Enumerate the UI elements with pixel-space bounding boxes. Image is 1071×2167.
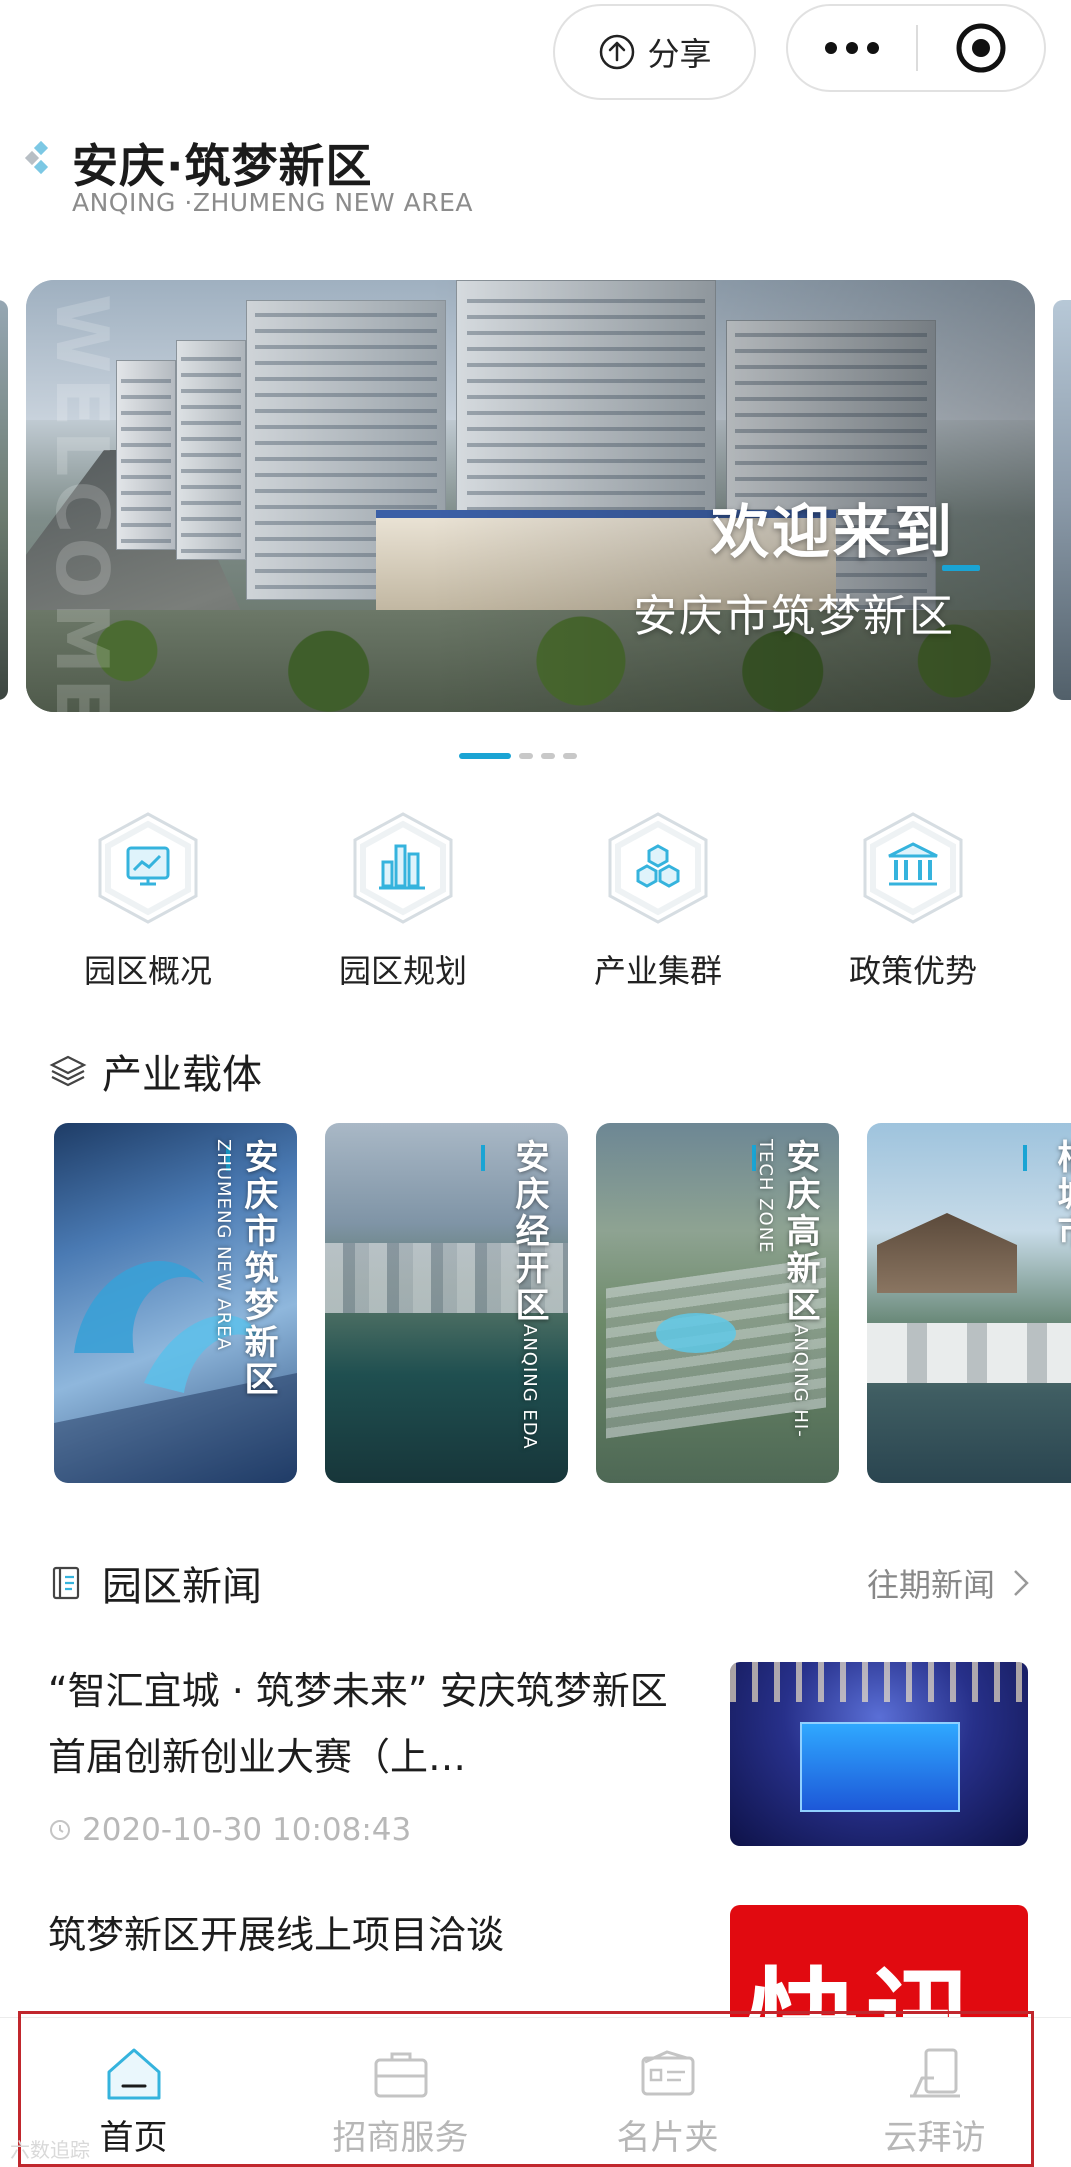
banner-accent-line xyxy=(942,565,980,571)
quick-item-industry-cluster[interactable]: 产业集群 xyxy=(558,810,758,990)
visit-device-icon xyxy=(910,2048,960,2098)
card-holder-icon xyxy=(641,2050,695,2096)
carousel-dot[interactable] xyxy=(459,753,511,759)
banner-heading: 欢迎来到 xyxy=(710,498,955,566)
monitor-chart-icon xyxy=(98,812,198,924)
banner-bg-text: WELCOME xyxy=(40,294,124,712)
tab-card-holder[interactable]: 名片夹 xyxy=(534,2018,801,2167)
news-item-thumbnail[interactable] xyxy=(730,1662,1028,1846)
industry-card[interactable]: 安庆高新区ANQING HI-TECH ZONE xyxy=(596,1123,839,1483)
industry-section-title: 产业载体 xyxy=(102,1052,262,1098)
layers-icon xyxy=(49,1055,87,1087)
tab-cloud-visit[interactable]: 云拜访 xyxy=(801,2018,1068,2167)
target-icon xyxy=(956,23,1006,73)
carousel-dot[interactable] xyxy=(563,753,577,759)
hexagon-cluster-icon xyxy=(608,812,708,924)
news-thumbnail-text: 快讯 xyxy=(748,1957,984,2025)
page-title: 安庆·筑梦新区 xyxy=(72,139,373,193)
news-section-title: 园区新闻 xyxy=(102,1564,262,1610)
page-subtitle: ANQING ·ZHUMENG NEW AREA xyxy=(72,188,473,217)
news-item-title[interactable]: “智汇宜城 · 筑梦未来” 安庆筑梦新区首届创新创业大赛（上… xyxy=(48,1658,668,1790)
home-icon xyxy=(107,2048,161,2100)
carousel-dot[interactable] xyxy=(519,753,533,759)
industry-card[interactable]: 桐城市 xyxy=(867,1123,1071,1483)
government-building-icon xyxy=(863,812,963,924)
quick-item-park-plan[interactable]: 园区规划 xyxy=(303,810,503,990)
briefcase-icon xyxy=(374,2052,428,2098)
bottom-tab-bar: 首页 招商服务 名片夹 云拜访 xyxy=(0,2017,1071,2167)
close-miniprogram-button[interactable] xyxy=(918,6,1044,90)
diamond-logo-icon xyxy=(24,140,49,175)
more-options-button[interactable] xyxy=(788,6,916,90)
share-upload-icon xyxy=(600,34,635,70)
carousel-dot[interactable] xyxy=(541,753,555,759)
industry-card[interactable]: 安庆市筑梦新区ZHUMENG NEW AREA xyxy=(54,1123,297,1483)
bar-chart-icon xyxy=(353,812,453,924)
news-item-title[interactable]: 筑梦新区开展线上项目洽谈 xyxy=(48,1904,504,1959)
news-more-link[interactable]: 往期新闻 xyxy=(867,1560,1031,1606)
share-button[interactable]: 分享 xyxy=(553,4,756,100)
banner-carousel[interactable]: WELCOME 欢迎来到 安庆市筑梦新区 xyxy=(26,280,1035,712)
banner-subheading: 安庆市筑梦新区 xyxy=(633,591,955,642)
clock-icon xyxy=(50,1820,70,1840)
miniprogram-capsule xyxy=(786,4,1046,92)
news-item-time: 2020-10-30 10:08:43 xyxy=(48,1812,411,1848)
carousel-next-slide[interactable] xyxy=(1053,300,1071,700)
carousel-indicator xyxy=(459,753,577,759)
industry-card-list[interactable]: 安庆市筑梦新区ZHUMENG NEW AREA 安庆经开区ANQING EDA … xyxy=(54,1123,1071,1483)
chevron-right-icon xyxy=(1014,1570,1029,1596)
watermark: 六数追踪 xyxy=(10,2138,90,2162)
carousel-prev-slide[interactable] xyxy=(0,300,8,700)
quick-item-park-overview[interactable]: 园区概况 xyxy=(48,810,248,990)
quick-menu: 园区概况 园区规划 产业集群 政策优势 xyxy=(0,810,1071,990)
tab-investment-service[interactable]: 招商服务 xyxy=(267,2018,534,2167)
share-label: 分享 xyxy=(647,35,712,73)
industry-section-header: 产业载体 xyxy=(48,1042,262,1100)
news-item-thumbnail[interactable]: 快讯 xyxy=(730,1905,1028,2025)
quick-item-policy[interactable]: 政策优势 xyxy=(813,810,1013,990)
news-section-header: 园区新闻 xyxy=(48,1554,262,1612)
news-book-icon xyxy=(52,1566,80,1600)
industry-card[interactable]: 安庆经开区ANQING EDA xyxy=(325,1123,568,1483)
